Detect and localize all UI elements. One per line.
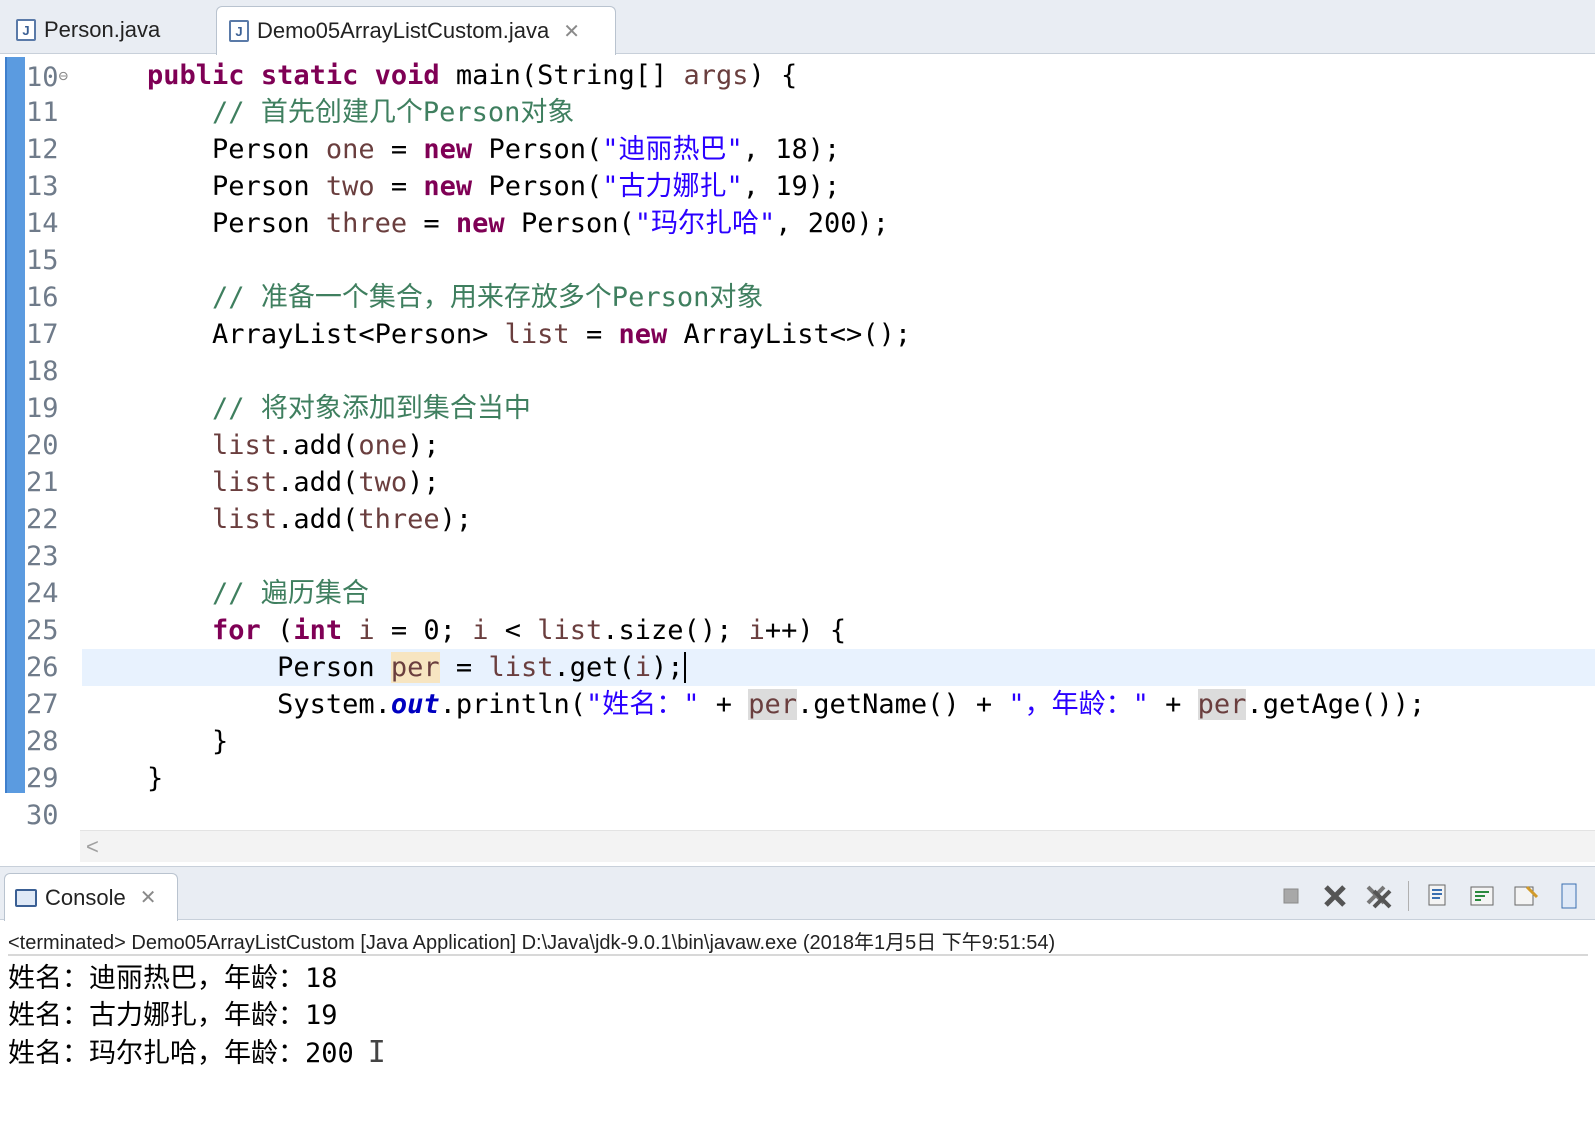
fold-collapse-icon[interactable]: ⊖ (59, 66, 69, 85)
line-number: 28 (26, 726, 59, 757)
remove-all-icon[interactable] (1364, 881, 1394, 911)
line-number: 26 (26, 652, 59, 683)
tab-label: Demo05ArrayListCustom.java (257, 18, 550, 43)
scroll-left-icon[interactable]: < (86, 834, 99, 859)
code-line: for (int i = 0; i < list.size(); i++) { (212, 615, 847, 646)
line-number: 13 (26, 171, 59, 202)
console-output-line: 姓名：玛尔扎哈，年龄：200 I (8, 1035, 386, 1070)
line-number: 17 (26, 319, 59, 350)
show-on-output-icon[interactable] (1511, 881, 1541, 911)
code-line: public static void main(String[] args) { (147, 60, 798, 91)
line-number: 15 (26, 245, 59, 276)
line-number: 22 (26, 504, 59, 535)
line-number: 29 (26, 763, 59, 794)
code-line: list.add(two); (212, 467, 440, 498)
editor-tab-bar: J Person.java J Demo05ArrayListCustom.ja… (0, 0, 1595, 55)
tab-label: Console (45, 884, 126, 910)
code-line: // 准备一个集合，用来存放多个Person对象 (212, 282, 764, 313)
console-status-line: <terminated> Demo05ArrayListCustom [Java… (8, 926, 1588, 956)
tab-person-java[interactable]: J Person.java (4, 6, 212, 54)
line-number: 25 (26, 615, 59, 646)
line-number: 14 (26, 208, 59, 239)
tab-console[interactable]: Console ✕ (4, 873, 178, 921)
line-number: 27 (26, 689, 59, 720)
code-line: // 将对象添加到集合当中 (212, 393, 531, 424)
code-line-current: Person per = list.get(i); (82, 649, 1595, 686)
code-editor[interactable]: 10⊖ 11 12 13 14 15 16 17 18 19 20 21 22 … (0, 55, 1595, 865)
console-tab-bar: Console ✕ (0, 866, 1595, 921)
code-line: list.add(one); (212, 430, 440, 461)
code-line: Person one = new Person("迪丽热巴", 18); (212, 134, 841, 165)
code-line: System.out.println("姓名：" + per.getName()… (277, 689, 1426, 720)
code-line: ArrayList<Person> list = new ArrayList<>… (212, 319, 912, 350)
terminate-icon[interactable] (1276, 881, 1306, 911)
tab-demo05-arraylist-custom[interactable]: J Demo05ArrayListCustom.java ✕ (216, 6, 616, 55)
text-caret (683, 652, 686, 683)
line-number: 21 (26, 467, 59, 498)
selection-ruler (5, 57, 25, 793)
line-number: 30 (26, 800, 59, 831)
remove-launch-icon[interactable] (1320, 881, 1350, 911)
pin-console-icon[interactable] (1555, 881, 1585, 911)
console-output-line: 姓名：迪丽热巴，年龄：18 (8, 963, 338, 994)
line-number: 12 (26, 134, 59, 165)
java-file-icon: J (16, 19, 36, 41)
word-wrap-icon[interactable] (1467, 881, 1497, 911)
line-number: 20 (26, 430, 59, 461)
code-line: Person two = new Person("古力娜扎", 19); (212, 171, 841, 202)
line-number: 10⊖ (26, 62, 69, 93)
scroll-lock-icon[interactable] (1423, 881, 1453, 911)
line-number: 19 (26, 393, 59, 424)
horizontal-scrollbar[interactable]: < (80, 830, 1595, 862)
java-file-icon: J (229, 20, 249, 42)
console-icon (15, 888, 37, 907)
console-toolbar (1276, 881, 1585, 911)
code-line: } (212, 726, 229, 757)
line-number: 11 (26, 97, 59, 128)
line-number: 23 (26, 541, 59, 572)
code-line: list.add(three); (212, 504, 473, 535)
close-icon[interactable]: ✕ (563, 19, 580, 44)
text-cursor-icon: I (367, 1035, 386, 1070)
tab-label: Person.java (44, 17, 161, 42)
close-icon[interactable]: ✕ (140, 885, 157, 910)
line-number: 18 (26, 356, 59, 387)
console-output-line: 姓名：古力娜扎，年龄：19 (8, 1000, 338, 1031)
toolbar-separator (1408, 881, 1409, 911)
code-line: Person three = new Person("玛尔扎哈", 200); (212, 208, 890, 239)
code-line: // 遍历集合 (212, 578, 369, 609)
code-line: } (147, 763, 164, 794)
line-number: 16 (26, 282, 59, 313)
line-number: 24 (26, 578, 59, 609)
code-line: // 首先创建几个Person对象 (212, 97, 575, 128)
